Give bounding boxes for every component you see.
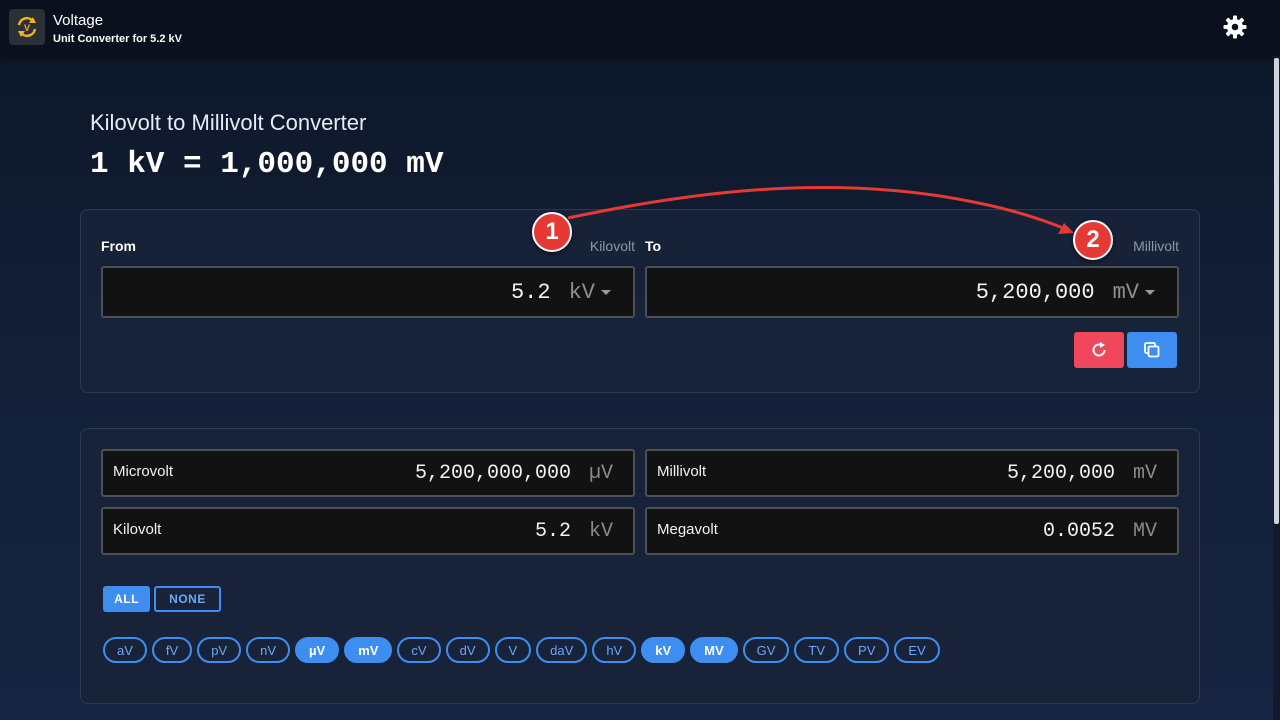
chevron-down-icon[interactable] bbox=[601, 289, 611, 295]
unit-chip-list: aV fV pV nV µV mV cV dV VdaV hV kV MV GV TV PV EV bbox=[103, 637, 940, 663]
conversion-formula: 1 kV = 1,000,000 mV bbox=[90, 147, 444, 182]
unit-chip-2[interactable]: pV bbox=[197, 637, 242, 663]
select-all-button[interactable]: ALL bbox=[103, 586, 150, 612]
result-megavolt[interactable]: Megavolt 0.0052 MV bbox=[645, 507, 1179, 555]
result-microvolt[interactable]: Microvolt 5,200,000,000 µV bbox=[101, 449, 635, 497]
from-unit-name: Kilovolt bbox=[589, 238, 635, 254]
unit-chip-14[interactable]: TV bbox=[794, 637, 840, 663]
gear-icon[interactable] bbox=[1222, 14, 1248, 40]
result-name: Megavolt bbox=[657, 521, 718, 538]
result-value: 5,200,000,000 bbox=[414, 462, 571, 485]
unit-chip-3[interactable]: nV bbox=[246, 637, 291, 663]
unit-chip-5[interactable]: mV bbox=[344, 637, 393, 663]
result-unit: MV bbox=[1132, 520, 1157, 543]
annotation-badge-1: 1 bbox=[532, 212, 572, 252]
result-value: 0.0052 bbox=[1042, 520, 1115, 543]
unit-chip-4[interactable]: µV bbox=[295, 637, 340, 663]
to-unit-select[interactable]: mV bbox=[1113, 280, 1139, 305]
scrollbar-thumb[interactable] bbox=[1274, 58, 1279, 524]
to-value: 5,200,000 bbox=[975, 279, 1095, 305]
unit-chip-13[interactable]: GV bbox=[742, 637, 790, 663]
unit-chip-12[interactable]: MV bbox=[690, 637, 738, 663]
result-value: 5.2 bbox=[534, 520, 571, 543]
result-unit: kV bbox=[588, 520, 613, 543]
unit-chip-16[interactable]: EV bbox=[894, 637, 940, 663]
sync-icon[interactable]: V bbox=[9, 9, 45, 45]
from-label: From bbox=[101, 238, 136, 254]
unit-chip-11[interactable]: kV bbox=[641, 637, 686, 663]
from-unit-select[interactable]: kV bbox=[569, 280, 595, 305]
unit-chip-9[interactable]: daV bbox=[536, 637, 588, 663]
result-unit: mV bbox=[1132, 462, 1157, 485]
unit-chip-10[interactable]: hV bbox=[592, 637, 637, 663]
top-bar: V Voltage Unit Converter for 5.2 kV bbox=[0, 0, 1280, 56]
result-name: Microvolt bbox=[113, 463, 174, 480]
unit-chip-0[interactable]: aV bbox=[103, 637, 147, 663]
unit-chip-6[interactable]: cV bbox=[397, 637, 441, 663]
unit-chip-15[interactable]: PV bbox=[844, 637, 890, 663]
from-value: 5.2 bbox=[510, 279, 551, 305]
to-label: To bbox=[645, 238, 662, 254]
result-millivolt[interactable]: Millivolt 5,200,000 mV bbox=[645, 449, 1179, 497]
reset-button[interactable] bbox=[1074, 332, 1124, 368]
refresh-icon bbox=[1092, 342, 1106, 357]
copy-button[interactable] bbox=[1127, 332, 1177, 368]
app-title: Voltage bbox=[53, 12, 104, 29]
converter-title: Kilovolt to Millivolt Converter bbox=[90, 110, 367, 135]
result-name: Millivolt bbox=[657, 463, 707, 480]
unit-chip-8[interactable]: V bbox=[494, 637, 532, 663]
unit-chip-1[interactable]: fV bbox=[151, 637, 193, 663]
result-value: 5,200,000 bbox=[1006, 462, 1115, 485]
result-name: Kilovolt bbox=[113, 521, 162, 538]
chevron-down-icon[interactable] bbox=[1145, 289, 1155, 295]
result-kilovolt[interactable]: Kilovolt 5.2 kV bbox=[101, 507, 635, 555]
copy-icon bbox=[1144, 342, 1160, 358]
select-none-button[interactable]: NONE bbox=[154, 586, 221, 612]
unit-chip-7[interactable]: dV bbox=[445, 637, 490, 663]
app-subtitle: Unit Converter for 5.2 kV bbox=[53, 33, 182, 45]
svg-text:V: V bbox=[24, 23, 30, 33]
from-value-input[interactable]: 5.2 kV bbox=[101, 266, 635, 318]
to-value-input[interactable]: 5,200,000 mV bbox=[645, 266, 1179, 318]
result-unit: µV bbox=[588, 462, 613, 485]
annotation-badge-2: 2 bbox=[1073, 220, 1113, 260]
